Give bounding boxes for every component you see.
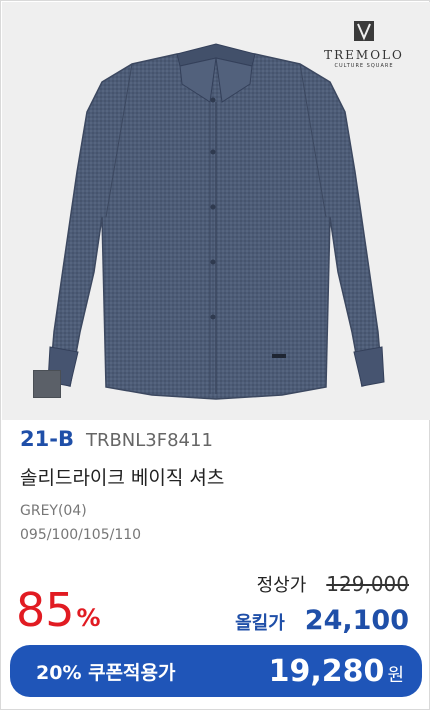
discount-rate: 85 % (16, 585, 101, 635)
coupon-currency: 원 (387, 664, 404, 686)
sale-price: 24,100 (304, 605, 409, 636)
brand-subtitle: CULTURE SQUARE (334, 63, 394, 69)
product-name[interactable]: 솔리드라이크 베이직 셔츠 (20, 463, 224, 490)
discount-unit: % (76, 604, 101, 632)
product-color: GREY(04) (20, 503, 87, 519)
coupon-price-button[interactable]: 20% 쿠폰적용가 19,280 원 (10, 645, 422, 697)
discount-number: 85 (16, 583, 75, 637)
regular-price: 129,000 (326, 572, 409, 596)
brand-name: TREMOLO (324, 48, 404, 62)
product-sizes: 095/100/105/110 (20, 527, 142, 543)
color-swatch[interactable] (33, 370, 61, 398)
product-code: TRBNL3F8411 (85, 430, 213, 451)
sale-price-label: 올킬가 (235, 613, 285, 634)
coupon-price: 19,280 (268, 653, 385, 689)
regular-price-label: 정상가 (256, 575, 307, 596)
coupon-price-group: 19,280 원 (269, 654, 404, 689)
tremolo-logo-icon (354, 21, 374, 41)
regular-price-row: 정상가 129,000 (257, 571, 409, 597)
product-image[interactable]: TREMOLO CULTURE SQUARE (2, 2, 430, 420)
product-card[interactable]: TREMOLO CULTURE SQUARE 21-B TRBNL3F8411 … (0, 0, 430, 710)
sale-price-row: 올킬가 24,100 (235, 605, 409, 636)
coupon-label: 20% 쿠폰적용가 (36, 661, 176, 684)
brand-code: 21-B (20, 427, 74, 451)
brand-logo: TREMOLO CULTURE SQUARE (324, 18, 404, 69)
product-codes: 21-B TRBNL3F8411 (20, 427, 213, 457)
